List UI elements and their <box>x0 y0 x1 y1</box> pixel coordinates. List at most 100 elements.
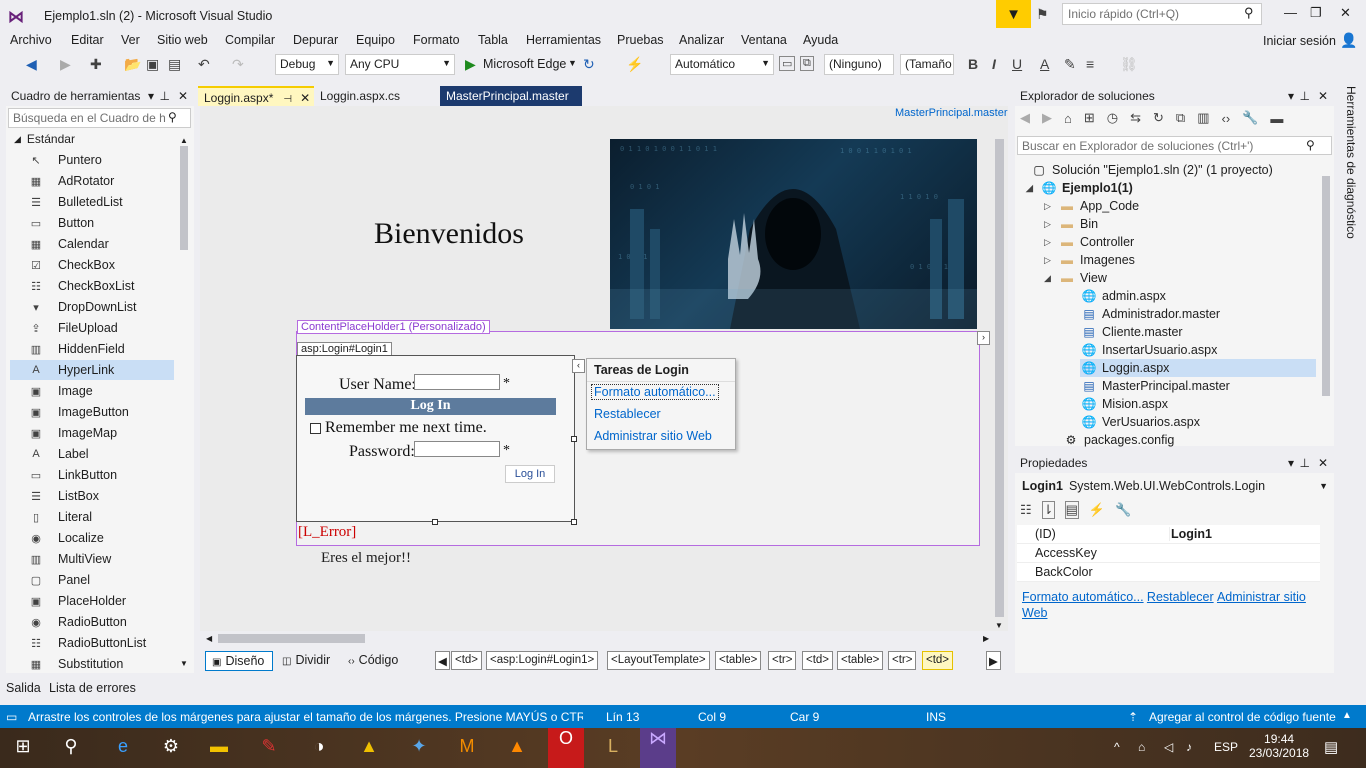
close-icon[interactable]: ✕ <box>300 91 310 105</box>
forward-icon[interactable]: ▶ <box>1042 110 1052 126</box>
notification-filter-icon[interactable]: ▼ <box>996 0 1031 28</box>
toolbox-item-hyperlink[interactable]: A HyperLink <box>10 360 174 380</box>
size-dropdown[interactable]: (Tamaño <box>900 54 954 75</box>
task-reset[interactable]: Restablecer <box>594 407 661 421</box>
toolbox-item-image[interactable]: ▣ Image <box>28 381 93 401</box>
run-icon[interactable]: ▶ <box>465 56 476 73</box>
pin-icon[interactable]: ⊥ <box>1300 89 1310 103</box>
property-row[interactable]: BackColor <box>1017 563 1320 582</box>
undo-icon[interactable]: ↶ <box>198 56 210 73</box>
toolbox-item-checkbox[interactable]: ☑ CheckBox <box>28 255 115 275</box>
italic-button[interactable]: I <box>992 56 996 72</box>
minimize-icon[interactable]: — <box>1284 5 1297 20</box>
toolbox-item-label[interactable]: A Label <box>28 444 88 464</box>
view-split-button[interactable]: ◫ Dividir <box>276 651 336 671</box>
position-dropdown[interactable]: Automático ▼ <box>670 54 774 75</box>
paint-app-icon[interactable]: ✎ <box>256 736 282 762</box>
tree-folder-bin[interactable]: ▷ ▬ Bin <box>1044 215 1098 233</box>
menu-editar[interactable]: Editar <box>71 33 104 47</box>
browse-icon[interactable]: ⚡ <box>626 56 643 73</box>
league-app-icon[interactable]: L <box>600 736 626 762</box>
chevron-down-icon[interactable]: ▼ <box>568 58 577 68</box>
toolbox-search-input[interactable]: Búsqueda en el Cuadro de h <box>8 108 191 128</box>
toolbox-item-fileupload[interactable]: ⇪ FileUpload <box>28 318 117 338</box>
preview-icon[interactable]: ▬ <box>1270 111 1283 126</box>
properties-icon[interactable]: 🔧 <box>1242 110 1258 126</box>
crumb-next-icon[interactable]: ▶ <box>986 651 1001 670</box>
highlight-icon[interactable]: ✎ <box>1064 56 1076 73</box>
mega-app-icon[interactable]: M <box>454 736 480 762</box>
properties-object-selector[interactable]: Login1 System.Web.UI.WebControls.Login ▼ <box>1017 476 1332 496</box>
collapse-all-icon[interactable]: ⧉ <box>1176 110 1185 126</box>
pin-icon[interactable]: ⊣ <box>283 94 292 105</box>
solution-scrollbar[interactable] <box>1322 176 1330 396</box>
opera-browser-icon[interactable]: O <box>548 728 584 768</box>
new-project-icon[interactable]: ✚ <box>90 56 102 73</box>
content-placeholder-label[interactable]: ContentPlaceHolder1 (Personalizado) <box>297 320 490 334</box>
account-icon[interactable]: 👤 <box>1340 32 1357 49</box>
scroll-down-icon[interactable]: ▼ <box>180 659 188 668</box>
menu-compilar[interactable]: Compilar <box>225 33 275 47</box>
toolbox-item-substitution[interactable]: ▦ Substitution <box>28 654 124 674</box>
tree-file-insertarusuario-aspx[interactable]: 🌐 InsertarUsuario.aspx <box>1080 341 1218 359</box>
property-row[interactable]: AccessKey <box>1017 544 1320 563</box>
menu-ayuda[interactable]: Ayuda <box>803 33 838 47</box>
feedback-icon[interactable]: ⚑ <box>1036 6 1049 23</box>
resize-handle[interactable] <box>571 436 577 442</box>
scroll-left-icon[interactable]: ◀ <box>206 634 212 643</box>
tree-file-cliente-master[interactable]: ▤ Cliente.master <box>1080 323 1182 341</box>
file-explorer-icon[interactable]: ▬ <box>206 736 232 762</box>
add-to-source-control-button[interactable]: Agregar al control de código fuente <box>1149 710 1336 724</box>
tree-folder-view[interactable]: ◢ ▬ View <box>1044 269 1107 287</box>
tag-breadcrumb[interactable]: <table> <box>837 651 884 670</box>
cleaner-app-icon[interactable]: ✦ <box>406 736 432 762</box>
toolbox-item-literal[interactable]: ▯ Literal <box>28 507 92 527</box>
crumb-prev-icon[interactable]: ◀ <box>435 651 450 670</box>
toolbox-item-puntero[interactable]: ↖ Puntero <box>28 150 101 170</box>
tag-breadcrumb[interactable]: <td> <box>451 651 483 670</box>
sign-in-link[interactable]: Iniciar sesión <box>1263 34 1336 48</box>
run-target-button[interactable]: Microsoft Edge <box>483 57 566 71</box>
tree-folder-imagenes[interactable]: ▷ ▬ Imagenes <box>1044 251 1135 269</box>
smart-tag-chevron-icon[interactable]: › <box>977 331 990 345</box>
tree-file-masterprincipal-master[interactable]: ▤ MasterPrincipal.master <box>1080 377 1230 395</box>
menu-depurar[interactable]: Depurar <box>293 33 338 47</box>
diagnostic-tools-tab[interactable]: Herramientas de diagnóstico <box>1338 86 1358 286</box>
password-input[interactable] <box>414 441 500 457</box>
resize-handle[interactable] <box>432 519 438 525</box>
toolbox-item-button[interactable]: ▭ Button <box>28 213 94 233</box>
menu-equipo[interactable]: Equipo <box>356 33 395 47</box>
view-code-button[interactable]: ‹› Código <box>342 651 404 671</box>
menu-formato[interactable]: Formato <box>413 33 460 47</box>
close-icon[interactable]: ✕ <box>1318 89 1328 103</box>
refresh-icon[interactable]: ↻ <box>583 56 595 73</box>
property-value[interactable]: Login1 <box>1169 527 1212 541</box>
tab-loggin-aspx-cs[interactable]: Loggin.aspx.cs <box>314 86 434 106</box>
solution-search-input[interactable]: Buscar en Explorador de soluciones (Ctrl… <box>1017 136 1332 155</box>
menu-tabla[interactable]: Tabla <box>478 33 508 47</box>
toolbox-item-adrotator[interactable]: ▦ AdRotator <box>28 171 114 191</box>
maximize-icon[interactable]: ❐ <box>1310 5 1322 21</box>
resize-handle[interactable] <box>571 519 577 525</box>
save-icon[interactable]: ▣ <box>146 56 159 73</box>
app-icon[interactable]: ◑ <box>306 736 332 762</box>
verb-reset[interactable]: Restablecer <box>1147 590 1214 604</box>
close-icon[interactable]: ✕ <box>1318 456 1328 470</box>
toolbox-item-imagemap[interactable]: ▣ ImageMap <box>28 423 117 443</box>
switch-views-icon[interactable]: ⊞ <box>1084 110 1095 126</box>
clock[interactable]: 19:44 23/03/2018 <box>1249 732 1309 760</box>
link-icon[interactable]: ⛓ <box>1120 56 1138 73</box>
tab-error-list[interactable]: Lista de errores <box>49 681 136 695</box>
tree-project[interactable]: ◢ 🌐 Ejemplo1(1) <box>1026 179 1133 197</box>
view-code-icon[interactable]: ‹› <box>1222 111 1231 126</box>
dropdown-icon[interactable]: ▾ <box>1288 456 1294 470</box>
settings-gear-icon[interactable]: ⚙ <box>158 736 184 762</box>
pin-icon[interactable]: ⊥ <box>1300 456 1310 470</box>
windows-start-icon[interactable]: ⊞ <box>10 736 36 762</box>
tag-breadcrumb[interactable]: <tr> <box>888 651 917 670</box>
language-indicator[interactable]: ESP <box>1214 740 1238 754</box>
tag-breadcrumb[interactable]: <td> <box>922 651 954 670</box>
search-icon[interactable]: ⚲ <box>58 736 84 762</box>
menu-sitio-web[interactable]: Sitio web <box>157 33 208 47</box>
close-icon[interactable]: ✕ <box>178 89 188 103</box>
